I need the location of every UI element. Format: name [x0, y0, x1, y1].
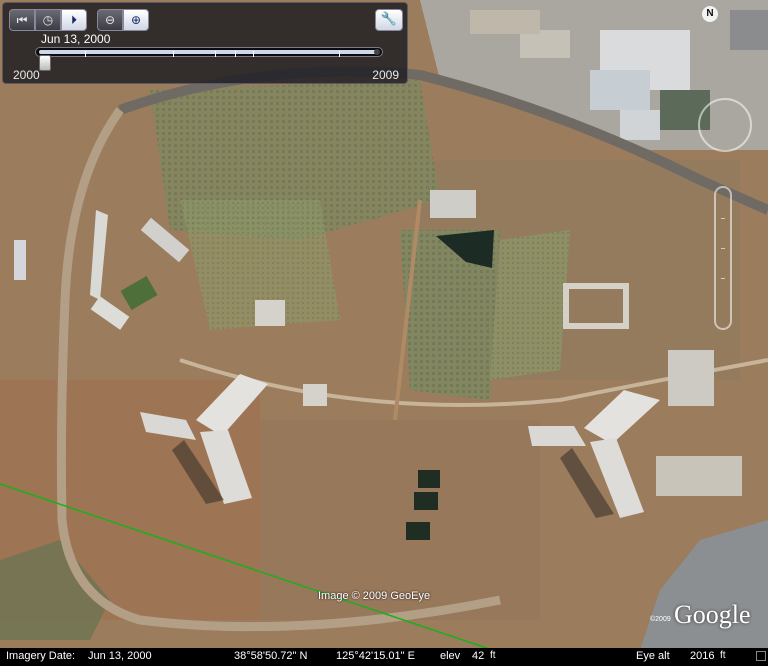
- resize-grip[interactable]: [756, 651, 766, 661]
- time-tick: [173, 51, 174, 57]
- skip-to-start-icon[interactable]: ⏮: [9, 9, 35, 31]
- time-tick: [339, 51, 340, 57]
- building: [255, 300, 285, 326]
- zoom-notch: [721, 218, 725, 219]
- building: [430, 190, 476, 218]
- eye-alt-value: 2016: [690, 650, 715, 662]
- time-slider-panel: ⏮ ◷ ⏵ ⊖ ⊕ 🔧 Jun 13, 2000 2000 2009: [2, 2, 408, 84]
- building: [520, 30, 570, 58]
- play-icon[interactable]: ⏵: [61, 9, 87, 31]
- end-year: 2009: [372, 68, 399, 82]
- look-joystick[interactable]: [698, 98, 752, 152]
- longitude: 125°42'15.01" E: [336, 650, 415, 662]
- image-attribution: Image © 2009 GeoEye: [318, 590, 431, 602]
- current-date: Jun 13, 2000: [41, 32, 111, 46]
- building: [656, 456, 742, 496]
- imagery-date-label: Imagery Date:: [6, 650, 76, 662]
- time-slider-thumb[interactable]: [39, 55, 51, 71]
- time-slider-track[interactable]: [35, 47, 383, 57]
- elevation-value: 42: [472, 650, 485, 662]
- pond: [414, 492, 438, 510]
- start-year: 2000: [13, 68, 40, 82]
- status-bar: Imagery Date: Jun 13, 2000 38°58'50.72" …: [0, 648, 768, 666]
- field: [490, 230, 570, 380]
- pond: [418, 470, 440, 488]
- google-logo: Google: [674, 600, 751, 629]
- google-copyright: ©2009: [650, 616, 671, 623]
- building: [620, 110, 660, 140]
- time-slider-fill: [39, 50, 377, 57]
- building: [590, 70, 650, 110]
- building: [730, 10, 768, 50]
- time-slider-end: [374, 49, 380, 55]
- time-tick: [85, 51, 86, 57]
- building: [14, 240, 26, 280]
- zoom-out-icon[interactable]: ⊖: [97, 9, 123, 31]
- zoom-notch: [721, 248, 725, 249]
- pond: [406, 522, 430, 540]
- building: [303, 384, 327, 406]
- time-tick: [253, 51, 254, 57]
- latitude: 38°58'50.72" N: [234, 650, 308, 662]
- satellite-imagery[interactable]: [0, 0, 768, 666]
- elevation-unit: ft: [490, 650, 496, 661]
- zoom-slider[interactable]: [714, 186, 732, 330]
- time-tick: [235, 51, 236, 57]
- building: [668, 350, 714, 406]
- map-viewport[interactable]: ⏮ ◷ ⏵ ⊖ ⊕ 🔧 Jun 13, 2000 2000 2009 N Ima: [0, 0, 768, 666]
- building: [470, 10, 540, 34]
- eye-alt-unit: ft: [720, 650, 726, 661]
- imagery-date: Jun 13, 2000: [88, 650, 152, 662]
- zoom-in-icon[interactable]: ⊕: [123, 9, 149, 31]
- elev-label: elev: [440, 650, 461, 662]
- time-tick: [215, 51, 216, 57]
- zoom-notch: [721, 278, 725, 279]
- eye-alt-label: Eye alt: [636, 650, 670, 662]
- clock-icon[interactable]: ◷: [35, 9, 61, 31]
- wrench-icon[interactable]: 🔧: [375, 9, 403, 31]
- compass-north-icon[interactable]: N: [702, 6, 718, 22]
